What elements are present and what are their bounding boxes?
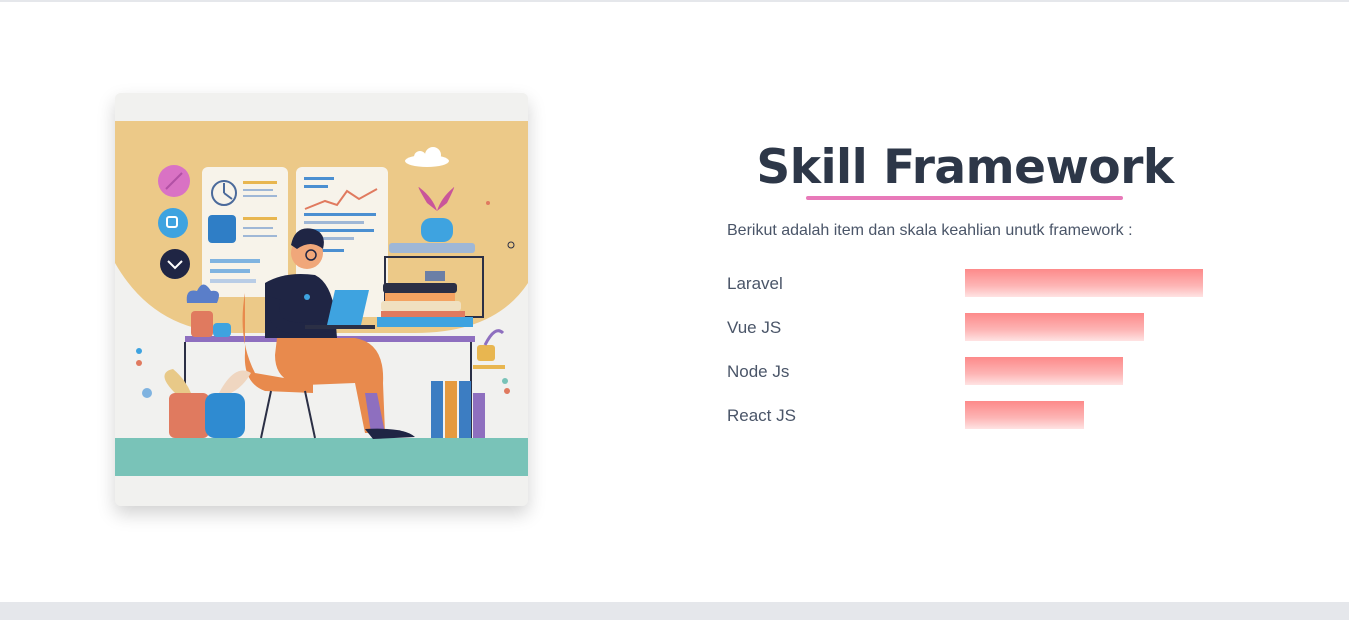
skill-bar-track (965, 357, 1203, 385)
footer-bar (0, 602, 1349, 620)
skill-bar-fill (965, 313, 1144, 341)
section-title: Skill Framework (756, 140, 1174, 195)
skill-bar-fill (965, 357, 1124, 385)
skill-bar-fill (965, 269, 1203, 297)
skill-row-react-js: React JS (727, 401, 1227, 429)
title-underline (806, 196, 1123, 200)
developer-illustration (115, 93, 528, 506)
skill-row-vue-js: Vue JS (727, 313, 1227, 341)
skill-bar-track (965, 269, 1203, 297)
skill-bar-track (965, 401, 1203, 429)
skill-row-laravel: Laravel (727, 269, 1227, 297)
intro-text: Berikut adalah item dan skala keahlian u… (727, 222, 1133, 239)
skill-row-node-js: Node Js (727, 357, 1227, 385)
skill-label: Laravel (727, 274, 783, 293)
skill-bar-track (965, 313, 1203, 341)
skill-label: Vue JS (727, 318, 782, 337)
skill-bar-fill (965, 401, 1084, 429)
skill-label: React JS (727, 406, 796, 425)
top-border (0, 0, 1349, 2)
skill-label: Node Js (727, 362, 790, 381)
